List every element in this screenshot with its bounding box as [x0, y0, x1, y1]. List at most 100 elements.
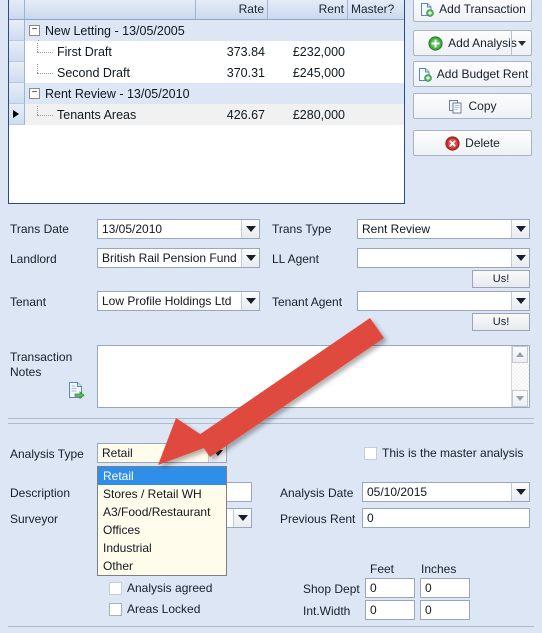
add-analysis-button[interactable]: Add Analysis: [413, 30, 532, 56]
shop-dept-label: Shop Dept: [303, 582, 360, 596]
int-width-inches-input[interactable]: 0: [420, 600, 470, 620]
analysis-type-option-list[interactable]: Retail Stores / Retail WH A3/Food/Restau…: [97, 466, 227, 576]
add-transaction-label: Add Transaction: [439, 2, 526, 16]
bottom-divider: [8, 626, 534, 627]
shop-dept-feet-input[interactable]: 0: [365, 578, 415, 598]
row-label: Second Draft: [57, 65, 130, 80]
analysis-date-label: Analysis Date: [280, 486, 354, 500]
chevron-down-icon[interactable]: [511, 292, 529, 310]
analysis-type-option[interactable]: Retail: [98, 467, 226, 485]
chevron-down-icon[interactable]: [233, 509, 251, 527]
master-analysis-checkbox[interactable]: [364, 447, 377, 460]
analysis-type-label: Analysis Type: [10, 447, 84, 461]
surveyor-label: Surveyor: [10, 512, 59, 526]
tree-branch-icon: [29, 62, 55, 78]
tenant-input[interactable]: Low Profile Holdings Ltd: [97, 291, 260, 311]
int-width-feet-value: 0: [370, 603, 377, 617]
section-divider-secondary: [8, 423, 534, 424]
table-row[interactable]: − Rent Review - 13/05/2010: [9, 83, 404, 104]
row-label-cell: Tenants Areas: [25, 104, 196, 125]
scroll-down-icon[interactable]: [512, 390, 528, 407]
analysis-date-input[interactable]: 05/10/2015: [362, 482, 530, 502]
analysis-type-option[interactable]: A3/Food/Restaurant: [98, 503, 226, 521]
int-width-inches-value: 0: [425, 603, 432, 617]
shop-dept-inches-input[interactable]: 0: [420, 578, 470, 598]
trans-type-input[interactable]: Rent Review: [357, 219, 530, 239]
chevron-down-icon[interactable]: [511, 249, 529, 267]
row-label: New Letting - 13/05/2005: [45, 23, 185, 38]
grid-header-rent[interactable]: Rent: [268, 0, 348, 19]
current-row-arrow-icon: [13, 110, 19, 118]
ll-agent-input[interactable]: [357, 248, 530, 268]
document-add-icon: [419, 2, 434, 17]
grid-body: − New Letting - 13/05/2005 First Draft 37…: [9, 20, 404, 125]
row-rate: 370.31: [226, 65, 265, 80]
tenant-label: Tenant: [10, 295, 47, 309]
ll-agent-label: LL Agent: [272, 252, 319, 266]
chevron-down-icon[interactable]: [208, 444, 226, 462]
tenant-agent-us-button[interactable]: Us!: [472, 313, 530, 331]
document-export-icon[interactable]: [66, 380, 86, 403]
feet-column-header: Feet: [370, 562, 395, 576]
inches-column-header: Inches: [421, 562, 457, 576]
chevron-down-icon[interactable]: [511, 483, 529, 501]
trans-date-input[interactable]: 13/05/2010: [97, 219, 260, 239]
ll-agent-us-button[interactable]: Us!: [472, 270, 530, 288]
chevron-down-icon: [517, 40, 526, 46]
trans-type-label: Trans Type: [272, 222, 332, 236]
previous-rent-input[interactable]: 0: [362, 508, 530, 528]
grid-header-row: Rate Rent Master?: [9, 0, 404, 20]
chevron-down-icon[interactable]: [241, 220, 259, 238]
add-transaction-button[interactable]: Add Transaction: [413, 0, 532, 22]
previous-rent-label: Previous Rent: [280, 512, 356, 526]
analysis-agreed-checkbox[interactable]: [109, 582, 122, 595]
shop-dept-inches-value: 0: [425, 581, 432, 595]
row-indicator: [9, 104, 25, 125]
transaction-notes-label-line2: Notes: [10, 365, 42, 379]
row-label-cell: − Rent Review - 13/05/2010: [25, 84, 196, 104]
int-width-feet-input[interactable]: 0: [365, 600, 415, 620]
row-indicator: [9, 62, 25, 83]
analysis-type-option[interactable]: Other: [98, 557, 226, 575]
grid-header-name[interactable]: [25, 0, 196, 19]
add-budget-rent-button[interactable]: Add Budget Rent: [413, 61, 532, 87]
row-label-cell: Second Draft: [25, 62, 196, 83]
row-rent: £245,000: [292, 65, 345, 80]
tenant-agent-input[interactable]: [357, 291, 530, 311]
row-label-cell: First Draft: [25, 41, 196, 62]
copy-button[interactable]: Copy: [413, 93, 532, 119]
table-row[interactable]: Second Draft 370.31 £245,000: [9, 62, 404, 83]
scroll-up-icon[interactable]: [512, 346, 528, 363]
row-rate: 426.67: [226, 107, 265, 122]
grid-header-rate[interactable]: Rate: [196, 0, 268, 19]
scrollbar-track[interactable]: [512, 363, 529, 390]
add-budget-rent-label: Add Budget Rent: [436, 67, 529, 81]
collapse-icon[interactable]: −: [29, 87, 40, 99]
landlord-input[interactable]: British Rail Pension Fund: [97, 248, 260, 268]
transactions-grid[interactable]: Rate Rent Master? − New Letting - 13/05/2…: [8, 0, 405, 204]
table-row[interactable]: First Draft 373.84 £232,000: [9, 41, 404, 62]
analysis-type-option[interactable]: Offices: [98, 521, 226, 539]
chevron-down-icon[interactable]: [511, 220, 529, 238]
analysis-type-option[interactable]: Industrial: [98, 539, 226, 557]
areas-locked-checkbox[interactable]: [109, 603, 122, 616]
trans-date-value: 13/05/2010: [102, 222, 163, 236]
chevron-down-icon[interactable]: [241, 292, 259, 310]
green-plus-circle-icon: [428, 35, 443, 51]
delete-button[interactable]: Delete: [413, 130, 532, 156]
analysis-type-option[interactable]: Stores / Retail WH: [98, 485, 226, 503]
table-row[interactable]: − New Letting - 13/05/2005: [9, 20, 404, 41]
add-analysis-dropdown-button[interactable]: [511, 31, 531, 55]
analysis-type-dropdown[interactable]: Retail: [97, 443, 227, 463]
trans-type-value: Rent Review: [362, 222, 431, 236]
master-analysis-label: This is the master analysis: [382, 446, 524, 460]
notes-scrollbar[interactable]: [511, 346, 529, 407]
shop-dept-feet-value: 0: [370, 581, 377, 595]
description-label: Description: [10, 486, 71, 500]
grid-header-master[interactable]: Master?: [348, 0, 404, 19]
chevron-down-icon[interactable]: [241, 249, 259, 267]
transaction-notes-textarea[interactable]: [97, 345, 530, 408]
collapse-icon[interactable]: −: [29, 24, 40, 36]
row-indicator: [9, 20, 25, 41]
table-row[interactable]: Tenants Areas 426.67 £280,000: [9, 104, 404, 125]
